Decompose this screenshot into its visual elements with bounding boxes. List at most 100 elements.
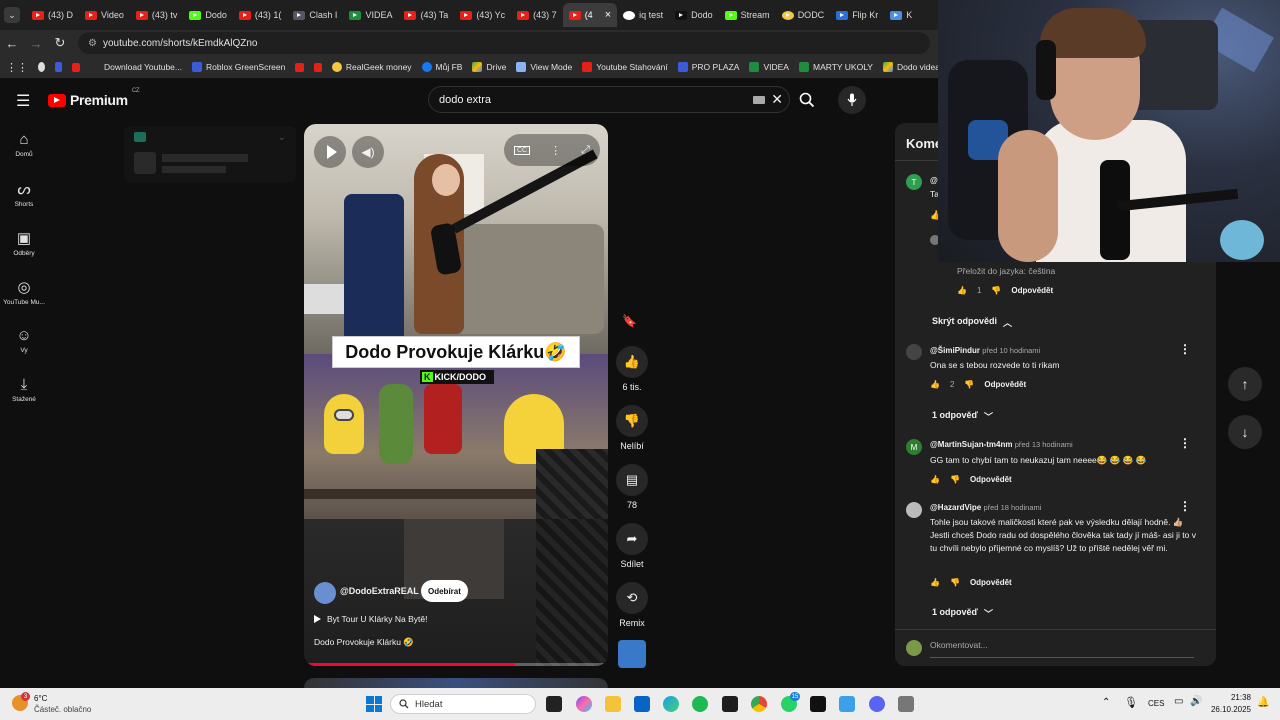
spotify-icon[interactable] [692, 696, 708, 712]
comment-menu-icon[interactable]: ⋮ [1179, 436, 1191, 450]
edge-icon[interactable] [663, 696, 679, 712]
bookmark-item[interactable]: Youtube Stahování [582, 62, 668, 72]
clear-search-icon[interactable]: ✕ [771, 91, 783, 108]
thumbs-down-icon[interactable]: 👎 [950, 475, 960, 484]
forward-icon[interactable]: → [24, 36, 48, 51]
bookmark-item[interactable]: Dodo videa [882, 62, 940, 72]
rail-you[interactable]: ☺ Vy [0, 327, 48, 354]
bookmark-item[interactable]: VIDEA [749, 62, 789, 72]
browser-tab[interactable]: (43) 1( [233, 3, 288, 27]
thumbs-down-icon[interactable]: 👎 [991, 286, 1001, 295]
volume-button[interactable]: ◀) [352, 136, 384, 168]
url-input[interactable]: ⚙ youtube.com/shorts/kEmdkAlQZno [78, 32, 930, 54]
comment-menu-icon[interactable]: ⋮ [1179, 499, 1191, 513]
next-short-button[interactable]: ↓ [1228, 415, 1262, 449]
avatar[interactable] [906, 344, 922, 360]
thumbs-up-icon[interactable]: 👍 [930, 380, 940, 389]
reply-button[interactable]: Odpovědět [984, 380, 1026, 389]
bookmark-icon[interactable] [54, 62, 62, 72]
browser-tab[interactable]: Stream [719, 3, 776, 27]
mic-icon[interactable]: 🎙 [1124, 696, 1138, 709]
app-icon[interactable] [839, 696, 855, 712]
more-options-icon[interactable]: ⋮ [550, 144, 561, 157]
bookmark-item[interactable]: RealGeek money [331, 62, 412, 72]
next-video-peek[interactable] [304, 678, 608, 688]
clock-date[interactable]: 26.10.2025 [1200, 705, 1251, 714]
browser-tab-active[interactable]: (4 × [562, 3, 618, 27]
browser-tab[interactable]: iq test [617, 3, 669, 27]
remix-button[interactable]: ⟲ Remix [616, 582, 648, 628]
rail-subscriptions[interactable]: ▣ Odběry [0, 229, 48, 257]
channel-name[interactable]: @DodoExtraREAL [340, 586, 419, 596]
network-icon[interactable]: ▭ [1174, 696, 1183, 707]
bookmark-item[interactable]: Download Youtube... [104, 62, 182, 72]
fullscreen-icon[interactable]: ⤢ [581, 144, 590, 157]
browser-tab[interactable]: Clash I [287, 3, 343, 27]
thumbs-up-icon[interactable]: 👍 [930, 578, 940, 587]
language-indicator[interactable]: CES [1148, 699, 1164, 708]
browser-tab[interactable]: (43) 7 [511, 3, 563, 27]
subscribe-button[interactable]: Odebírat [421, 580, 468, 602]
rail-youtube-music[interactable]: ◎ YouTube Mu... [0, 278, 48, 306]
thumbs-up-icon[interactable]: 👍 [957, 286, 967, 295]
playlist-link[interactable]: Byt Tour U Klárky Na Bytě! [314, 614, 427, 624]
youtube-icon[interactable] [295, 62, 304, 72]
reply-button[interactable]: Odpovědět [1011, 286, 1053, 295]
browser-tab[interactable]: Dodo [183, 3, 233, 27]
audio-source-thumbnail[interactable] [618, 640, 646, 668]
taskbar-search[interactable]: Hledat [390, 694, 536, 714]
epic-games-icon[interactable] [810, 696, 826, 712]
keyboard-icon[interactable] [753, 95, 766, 104]
bookmark-item[interactable]: View Mode [516, 62, 572, 72]
thumbs-down-icon[interactable]: 👎 [964, 380, 974, 389]
chevron-up-icon[interactable]: ⌃ [1102, 697, 1110, 708]
browser-tab[interactable]: DODC [776, 3, 831, 27]
avatar[interactable]: M [906, 439, 922, 455]
outlook-icon[interactable] [634, 696, 650, 712]
translate-link[interactable]: Přeložit do jazyka: čeština [957, 266, 1055, 276]
browser-tab[interactable]: Dodo [669, 3, 719, 27]
chevron-down-icon[interactable]: ⌄ [278, 132, 286, 143]
browser-tab[interactable]: Flip Kr [830, 3, 884, 27]
copilot-icon[interactable] [576, 696, 592, 712]
thumbs-down-icon[interactable]: 👎 [950, 578, 960, 587]
youtube-icon[interactable] [313, 62, 322, 72]
rail-home[interactable]: ⌂ Domů [0, 131, 48, 158]
show-replies-button[interactable]: 1 odpověď ﹀ [932, 607, 993, 620]
task-view-icon[interactable] [546, 696, 562, 712]
discord-icon[interactable] [869, 696, 885, 712]
comment-author[interactable]: @ [930, 176, 938, 185]
youtube-icon[interactable] [71, 62, 80, 72]
browser-tab[interactable]: (43) Ta [398, 3, 454, 27]
browser-tab[interactable]: K [884, 3, 918, 27]
browser-tab[interactable]: (43) tv [130, 3, 184, 27]
github-icon[interactable] [38, 62, 45, 72]
reply-button[interactable]: Odpovědět [970, 475, 1012, 484]
short-video-player[interactable]: ◀) CC ⋮ ⤢ @DodoExtraREAL Odebírat Byt To… [304, 124, 608, 666]
comments-button[interactable]: ▤ 78 [616, 464, 648, 510]
rail-shorts[interactable]: ᔕ Shorts [0, 180, 48, 208]
rail-downloads[interactable]: ⤓ Stažené [0, 376, 48, 403]
tab-search-button[interactable]: ⌄ [4, 7, 20, 23]
weather-description[interactable]: Částeč. oblačno [34, 705, 91, 714]
bookmark-item[interactable]: MARTY UKOLY [798, 62, 873, 72]
capcut-icon[interactable] [722, 696, 738, 712]
bookmark-item[interactable]: Můj FB [421, 62, 462, 72]
previous-short-button[interactable]: ↑ [1228, 367, 1262, 401]
bookmark-item[interactable]: PRO PLAZA [677, 62, 739, 72]
calculator-icon[interactable] [898, 696, 914, 712]
reload-icon[interactable]: ↻ [48, 35, 72, 51]
save-bookmark-icon[interactable]: 🔖 [622, 314, 637, 328]
like-button[interactable]: 👍 6 tis. [616, 346, 648, 392]
progress-track[interactable] [308, 663, 604, 666]
browser-tab[interactable]: Video [79, 3, 130, 27]
chrome-icon[interactable] [751, 696, 767, 712]
site-info-icon[interactable]: ⚙ [88, 38, 97, 49]
search-button[interactable] [790, 86, 824, 113]
captions-icon[interactable]: CC [514, 145, 531, 155]
comment-input[interactable]: Okomentovat... [930, 640, 1194, 658]
menu-icon[interactable]: ☰ [16, 91, 30, 111]
avatar[interactable]: T [906, 174, 922, 190]
bookmark-item[interactable]: Drive [472, 62, 506, 72]
bookmark-item[interactable]: Roblox GreenScreen [191, 62, 285, 72]
